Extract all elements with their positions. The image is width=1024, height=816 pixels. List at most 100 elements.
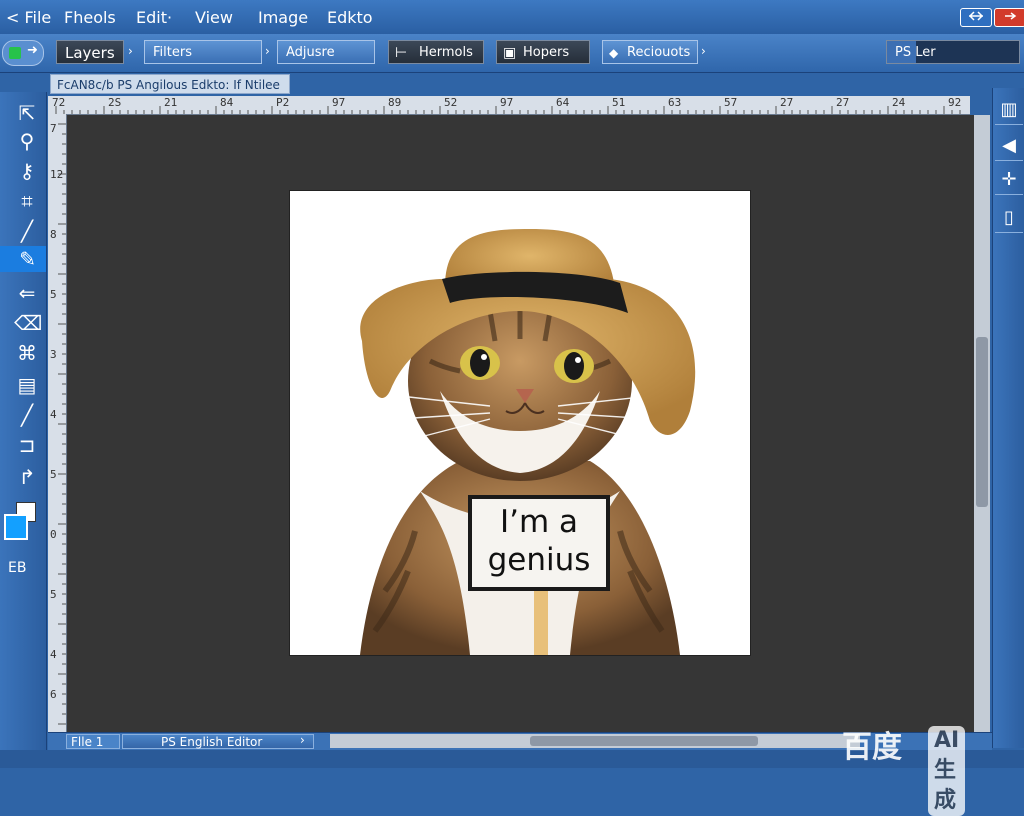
restore-window-button[interactable] bbox=[960, 8, 992, 27]
hermols-button[interactable]: ⊢ Hermols bbox=[388, 40, 484, 64]
watermark: 百度 AI生成 bbox=[842, 722, 966, 816]
adjust-dropdown[interactable]: Adjusre bbox=[277, 40, 375, 64]
vertical-scroll-thumb[interactable] bbox=[976, 337, 988, 507]
hand-tool-icon[interactable]: ⊐ bbox=[14, 432, 40, 458]
sign-text: I’m a genius bbox=[470, 503, 608, 579]
arrow-tool-icon[interactable]: ⇐ bbox=[14, 280, 40, 306]
ruler-label: 64 bbox=[556, 96, 570, 109]
chevron-right-icon: › bbox=[265, 44, 270, 58]
ruler-label: 2S bbox=[108, 96, 122, 109]
ruler-label: 21 bbox=[164, 96, 178, 109]
menu-fheols[interactable]: Fheols bbox=[64, 8, 116, 27]
folder-icon: ▣ bbox=[503, 45, 517, 61]
mode-toggle[interactable]: ➜ bbox=[2, 40, 44, 66]
menu-edit[interactable]: Edit· bbox=[136, 8, 172, 27]
ruler-icon: ⊢ bbox=[395, 45, 408, 61]
watermark-badge: AI生成 bbox=[928, 726, 966, 816]
ruler-label: 4 bbox=[50, 408, 57, 421]
ruler-label: 3 bbox=[50, 348, 57, 361]
menu-view[interactable]: View bbox=[195, 8, 233, 27]
ruler-label: 12 bbox=[50, 168, 64, 181]
ps-search-field[interactable]: PS Ler bbox=[886, 40, 1020, 64]
foreground-color-swatch[interactable] bbox=[4, 514, 28, 540]
menu-file[interactable]: < File bbox=[6, 8, 51, 27]
gradient-tool-icon[interactable]: ▤ bbox=[14, 372, 40, 398]
ruler-label: 5 bbox=[50, 588, 57, 601]
toolbox: ⇱ ⚲ ⚷ ⌗ ╱ ✎ ⇐ ⌫ ⌘ ▤ ╱ ⊐ ↱ EB bbox=[0, 92, 47, 752]
hopers-button[interactable]: ▣ Hopers bbox=[496, 40, 590, 64]
close-window-button[interactable] bbox=[994, 8, 1024, 27]
left-pupil bbox=[470, 349, 490, 377]
options-bar: ➜ Layers › Filters › Adjusre ⊢ Hermols ▣… bbox=[0, 34, 1024, 73]
sign-line-1: I’m a bbox=[499, 504, 579, 540]
restore-icon bbox=[968, 11, 984, 21]
ruler-label: 27 bbox=[836, 96, 850, 109]
sign-stick bbox=[534, 586, 548, 655]
menu-image[interactable]: Image bbox=[258, 8, 308, 27]
hermols-label: Hermols bbox=[419, 45, 473, 60]
status-field-editor[interactable]: PS English Editor bbox=[122, 734, 314, 749]
move-tool-icon[interactable]: ⇱ bbox=[14, 100, 40, 126]
watermark-text: 百度 bbox=[842, 730, 902, 765]
ruler-label: 0 bbox=[50, 528, 57, 541]
ruler-label: 97 bbox=[500, 96, 514, 109]
ruler-label: 63 bbox=[668, 96, 682, 109]
right-panel: ▥ ◀ ✛ ▯ bbox=[992, 88, 1024, 748]
ruler-label: 6 bbox=[50, 688, 57, 701]
layers-button[interactable]: Layers bbox=[56, 40, 124, 64]
menu-bar: < File Fheols Edit· View Image Edkto bbox=[0, 0, 1024, 35]
eyedropper-icon[interactable]: ╱ bbox=[14, 402, 40, 428]
ruler-label: 89 bbox=[388, 96, 402, 109]
ruler-label: 72 bbox=[52, 96, 66, 109]
crop-tool-icon[interactable]: ⌗ bbox=[14, 188, 40, 214]
horizontal-scrollbar[interactable] bbox=[330, 734, 860, 748]
ruler-label: 5 bbox=[50, 288, 57, 301]
reciouots-label: Reciouots bbox=[627, 45, 691, 60]
ruler-label: 97 bbox=[332, 96, 346, 109]
horizontal-scroll-thumb[interactable] bbox=[530, 736, 758, 746]
layers-panel-icon[interactable]: ▥ bbox=[995, 96, 1023, 125]
ruler-label: 52 bbox=[444, 96, 458, 109]
panel-toggle-icon[interactable]: ▯ bbox=[995, 204, 1023, 233]
zoom-tool-icon[interactable]: ↱ bbox=[14, 464, 40, 490]
ruler-label: 51 bbox=[612, 96, 626, 109]
tag-icon: ◆ bbox=[609, 46, 619, 60]
filters-dropdown[interactable]: Filters bbox=[144, 40, 262, 64]
adjust-panel-icon[interactable]: ✛ bbox=[995, 166, 1023, 195]
ruler-label: P2 bbox=[276, 96, 290, 109]
close-icon bbox=[1005, 12, 1017, 20]
ruler-left: 7 12 8 5 3 4 5 0 5 4 6 bbox=[48, 114, 67, 732]
document-tab[interactable]: FcAN8c/b PS Angilous Edkto: If Ntilee bbox=[50, 74, 290, 94]
text-tool-icon[interactable]: ⌘ bbox=[14, 340, 40, 366]
ruler-left-ticks bbox=[58, 123, 66, 725]
green-indicator-icon bbox=[9, 47, 21, 59]
arrow-icon: ➜ bbox=[27, 43, 38, 58]
lasso-tool-icon[interactable]: ⚲ bbox=[14, 128, 40, 154]
pen-tool-icon[interactable]: ✎ bbox=[0, 246, 46, 272]
right-eye-highlight bbox=[575, 357, 581, 363]
ruler-label: 84 bbox=[220, 96, 234, 109]
sign-line-2: genius bbox=[487, 542, 591, 578]
ruler-label: 8 bbox=[50, 228, 57, 241]
ruler-label: 4 bbox=[50, 648, 57, 661]
clone-stamp-icon[interactable]: ⌫ bbox=[14, 310, 42, 336]
menu-edkto[interactable]: Edkto bbox=[327, 8, 373, 27]
ruler-label: 57 bbox=[724, 96, 738, 109]
magic-wand-icon[interactable]: ⚷ bbox=[14, 158, 40, 184]
collapse-icon[interactable]: ◀ bbox=[995, 132, 1023, 161]
chevron-right-icon: › bbox=[300, 733, 305, 747]
ruler-label: 24 bbox=[892, 96, 906, 109]
vertical-scrollbar[interactable] bbox=[974, 115, 990, 732]
reciouots-button[interactable]: ◆ Reciouots bbox=[602, 40, 698, 64]
brush-tool-icon[interactable]: ╱ bbox=[14, 218, 40, 244]
chevron-right-icon: › bbox=[128, 44, 133, 58]
ruler-label: 27 bbox=[780, 96, 794, 109]
image-canvas[interactable]: I’m a genius bbox=[290, 191, 750, 655]
ruler-label: 92 bbox=[948, 96, 962, 109]
ruler-label: 7 bbox=[50, 122, 57, 135]
right-pupil bbox=[564, 352, 584, 380]
ruler-top: 72 2S 21 84 P2 97 89 52 97 64 51 63 57 2… bbox=[48, 96, 970, 115]
hopers-label: Hopers bbox=[523, 45, 570, 60]
status-field-file[interactable]: Flle 1 bbox=[66, 734, 120, 749]
chevron-right-icon: › bbox=[701, 44, 706, 58]
